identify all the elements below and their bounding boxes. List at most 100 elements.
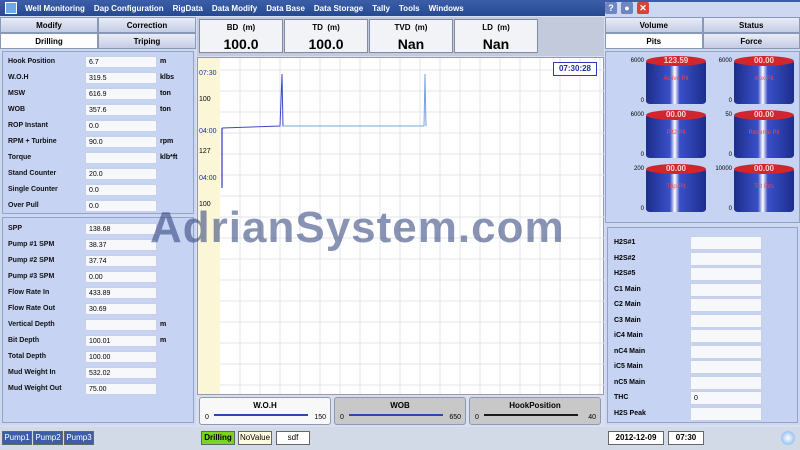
- param-unit: m: [160, 337, 167, 344]
- param-value[interactable]: 0.0: [85, 184, 157, 196]
- param-value[interactable]: 20.0: [85, 168, 157, 180]
- tab-pits[interactable]: Pits: [605, 33, 703, 49]
- param-row: Flow Rate Out 30.69: [3, 303, 193, 316]
- param-value[interactable]: 0.00: [85, 271, 157, 283]
- param-value[interactable]: 38.37: [85, 239, 157, 251]
- tab-modify[interactable]: Modify: [0, 17, 98, 33]
- gauge-title: TD: [312, 23, 323, 32]
- menu-rigdata[interactable]: RigData: [173, 4, 203, 13]
- menu-data-storage[interactable]: Data Storage: [314, 4, 363, 13]
- param-row: Hook Position 6.7 m: [3, 56, 193, 69]
- param-value[interactable]: 532.02: [85, 367, 157, 379]
- right-panel: Volume Status Pits Force 6000 0 123.59 Acti…: [605, 17, 800, 425]
- app-logo-icon: [5, 2, 17, 14]
- tab-triping[interactable]: Triping: [98, 33, 196, 49]
- param-label: SPP: [8, 225, 23, 232]
- gas-value[interactable]: [690, 282, 762, 297]
- gas-label: C1 Main: [614, 285, 641, 293]
- tab-volume[interactable]: Volume: [605, 17, 703, 33]
- pit-tank[interactable]: 00.00 Reserve Pit: [734, 110, 794, 160]
- param-value[interactable]: 90.0: [85, 136, 157, 148]
- gas-row: iC5 Main: [610, 360, 800, 375]
- tank-scale-min: 0: [728, 98, 732, 104]
- menu-tools[interactable]: Tools: [399, 4, 420, 13]
- chart-clock: 07:30:28: [553, 62, 597, 76]
- param-label: RPM + Turbine: [8, 138, 57, 145]
- param-value[interactable]: 6.7: [85, 56, 157, 68]
- gauge-title: BD: [226, 23, 239, 32]
- param-value[interactable]: 37.74: [85, 255, 157, 267]
- pump1-button[interactable]: Pump1: [2, 431, 32, 445]
- tab-force[interactable]: Force: [702, 33, 800, 49]
- param-value[interactable]: 433.89: [85, 287, 157, 299]
- param-value[interactable]: 100.00: [85, 351, 157, 363]
- gas-value[interactable]: [690, 375, 762, 390]
- param-value[interactable]: 138.68: [85, 223, 157, 235]
- pit-tank[interactable]: 00.00 Tot Pits: [734, 164, 794, 214]
- tab-correction[interactable]: Correction: [98, 17, 196, 33]
- param-value[interactable]: 357.6: [85, 104, 157, 116]
- menu-data-modify[interactable]: Data Modify: [212, 4, 257, 13]
- pit-tank[interactable]: 00.00 Trip Pit: [646, 164, 706, 214]
- tab-status[interactable]: Status: [702, 17, 800, 33]
- gas-row: nC5 Main: [610, 375, 800, 391]
- param-value[interactable]: [85, 319, 157, 331]
- gauge-value: Nan: [397, 36, 425, 52]
- pump3-button[interactable]: Pump3: [64, 431, 94, 445]
- gas-value[interactable]: [690, 329, 762, 343]
- close-icon[interactable]: ✕: [637, 2, 649, 14]
- menu-data-base[interactable]: Data Base: [266, 4, 305, 13]
- param-value[interactable]: 616.9: [85, 88, 157, 100]
- tank-name: Trip Pit: [666, 184, 686, 190]
- gas-row: H2S#1: [610, 236, 800, 251]
- gas-label: nC4 Main: [614, 347, 646, 355]
- gas-value[interactable]: [690, 298, 762, 312]
- menu-tally[interactable]: Tally: [372, 4, 390, 13]
- pump2-button[interactable]: Pump2: [33, 431, 63, 445]
- tank-scale-max: 10000: [715, 166, 732, 172]
- pit-tank[interactable]: 123.59 Active Pit: [646, 56, 706, 106]
- tab-drilling[interactable]: Drilling: [0, 33, 98, 49]
- tank-scale-max: 200: [633, 166, 644, 172]
- gas-row: H2S Peak: [610, 406, 800, 422]
- param-label: Flow Rate In: [8, 289, 50, 296]
- gas-label: H2S#5: [614, 270, 636, 277]
- menu-well-monitoring[interactable]: Well Monitoring: [25, 4, 85, 13]
- param-label: Pump #1 SPM: [8, 241, 55, 248]
- gas-value[interactable]: [690, 360, 762, 374]
- tank-scale-min: 0: [640, 98, 644, 104]
- tank-scale-max: 6000: [630, 58, 644, 64]
- gas-value[interactable]: [690, 236, 762, 250]
- gas-value[interactable]: [690, 267, 762, 281]
- menu-windows[interactable]: Windows: [429, 4, 464, 13]
- param-value[interactable]: 0.0: [85, 120, 157, 132]
- param-value[interactable]: [85, 152, 157, 164]
- pit-tank[interactable]: 00.00 Pit2 Pit: [646, 110, 706, 160]
- tank-body: [734, 114, 794, 158]
- param-label: ROP Instant: [8, 122, 48, 129]
- param-row: Torque klb*ft: [3, 152, 193, 165]
- gas-value[interactable]: 0: [690, 391, 762, 405]
- gauge-name: HookPosition: [509, 401, 561, 410]
- scale-label: 100: [199, 96, 211, 103]
- status-orb-icon: [781, 431, 795, 445]
- gauge-max: 650: [449, 414, 461, 421]
- param-value[interactable]: 100.01: [85, 335, 157, 347]
- gas-value[interactable]: [690, 251, 762, 266]
- gauge-unit: (m): [327, 23, 340, 32]
- gas-value[interactable]: [690, 406, 762, 421]
- param-label: Flow Rate Out: [8, 305, 56, 312]
- gas-value[interactable]: [690, 313, 762, 328]
- gas-value[interactable]: [690, 344, 762, 359]
- user-icon[interactable]: ●: [621, 2, 633, 14]
- menu-dap-configuration[interactable]: Dap Configuration: [94, 4, 164, 13]
- param-value[interactable]: 30.69: [85, 303, 157, 315]
- gas-label: nC5 Main: [614, 378, 646, 386]
- param-value[interactable]: 0.0: [85, 200, 157, 212]
- pit-tank[interactable]: 00.00 Aux Pit: [734, 56, 794, 106]
- param-unit: ton: [160, 90, 171, 97]
- gas-label: iC5 Main: [614, 363, 643, 370]
- param-value[interactable]: 75.00: [85, 383, 157, 395]
- help-icon[interactable]: ?: [605, 2, 617, 14]
- param-value[interactable]: 319.5: [85, 72, 157, 84]
